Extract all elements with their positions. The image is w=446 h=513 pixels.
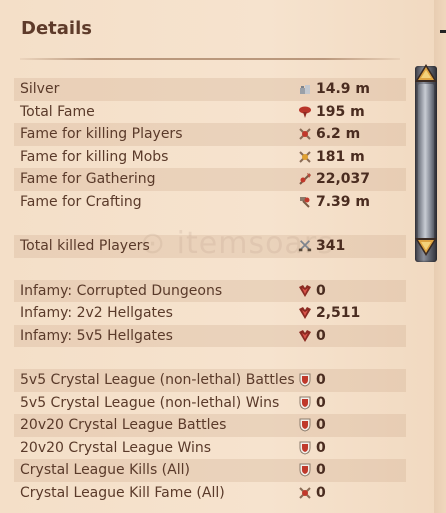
stat-value: 14.9 m <box>316 81 371 98</box>
stat-value: 0 <box>316 282 326 299</box>
stat-value: 195 m <box>316 103 365 120</box>
stat-value: 7.39 m <box>316 193 371 210</box>
scrollbar-track[interactable] <box>415 66 437 262</box>
stat-row: Crystal League Kill Fame (All) 0 <box>14 482 406 505</box>
scroll-down-icon[interactable] <box>413 236 439 258</box>
stat-value: 0 <box>316 372 326 389</box>
stat-value: 0 <box>316 462 326 479</box>
stat-label: Infamy: Corrupted Dungeons <box>20 282 223 299</box>
crystal-shield-icon <box>298 463 312 477</box>
pvp-fame-icon <box>298 127 312 141</box>
stat-label: Fame for Gathering <box>20 171 156 188</box>
stat-label: Crystal League Kills (All) <box>20 462 190 479</box>
stat-value: 0 <box>316 417 326 434</box>
crystal-shield-icon <box>298 396 312 410</box>
stat-row: 5v5 Crystal League (non-lethal) Battles 0 <box>14 369 406 392</box>
stat-label: 20v20 Crystal League Battles <box>20 417 227 434</box>
stat-value: 6.2 m <box>316 126 361 143</box>
crystal-shield-icon <box>298 441 312 455</box>
pve-fame-icon <box>298 150 312 164</box>
stat-row: 20v20 Crystal League Battles 0 <box>14 414 406 437</box>
stat-value: 181 m <box>316 148 365 165</box>
panel-title: Details <box>21 18 92 39</box>
stat-row: Silver 14.9 m <box>14 78 406 101</box>
stat-row: 5v5 Crystal League (non-lethal) Wins 0 <box>14 392 406 415</box>
stat-label: Fame for Crafting <box>20 193 142 210</box>
crafting-fame-icon <box>298 195 312 209</box>
stat-value: 0 <box>316 327 326 344</box>
stat-label: Fame for killing Players <box>20 126 183 143</box>
scroll-up-icon[interactable] <box>413 62 439 84</box>
pvp-fame-icon <box>298 486 312 500</box>
crystal-shield-icon <box>298 373 312 387</box>
stat-row: Fame for killing Mobs 181 m <box>14 146 406 169</box>
stat-label: Infamy: 2v2 Hellgates <box>20 305 173 322</box>
window-edge-mark <box>440 30 446 33</box>
stat-label: 20v20 Crystal League Wins <box>20 439 212 456</box>
stat-row: Fame for killing Players 6.2 m <box>14 123 406 146</box>
scrollbar-thumb[interactable] <box>418 84 434 242</box>
stat-value: 22,037 <box>316 171 371 188</box>
stat-label: Total killed Players <box>20 238 150 255</box>
stat-label: Silver <box>20 81 60 98</box>
stat-value: 341 <box>316 238 346 255</box>
infamy-icon <box>298 306 312 320</box>
stat-row: Infamy: 5v5 Hellgates 0 <box>14 324 406 347</box>
stat-row: Infamy: 2v2 Hellgates 2,511 <box>14 302 406 325</box>
fame-banner-icon <box>298 105 312 119</box>
stat-label: Total Fame <box>20 103 95 120</box>
silver-coin-icon <box>298 82 312 96</box>
infamy-icon <box>298 284 312 298</box>
stat-value: 0 <box>316 394 326 411</box>
stat-row: Total killed Players 341 <box>14 235 406 258</box>
crystal-shield-icon <box>298 418 312 432</box>
stat-row: Fame for Crafting 7.39 m <box>14 191 406 214</box>
stats-list: Silver 14.9 m Total Fame 195 m Fame for kill… <box>14 78 406 504</box>
stat-row: Total Fame 195 m <box>14 101 406 124</box>
stat-label: Fame for killing Mobs <box>20 148 169 165</box>
stat-label: Crystal League Kill Fame (All) <box>20 484 225 501</box>
stat-label: 5v5 Crystal League (non-lethal) Battles <box>20 372 295 389</box>
stat-row: Crystal League Kills (All) 0 <box>14 459 406 482</box>
stat-value: 0 <box>316 439 326 456</box>
title-divider <box>20 58 400 60</box>
infamy-icon <box>298 329 312 343</box>
crossed-swords-icon <box>298 239 312 253</box>
gathering-fame-icon <box>298 172 312 186</box>
details-panel: Details ⊙ itemsoars Silver 14.9 m Total Fa… <box>0 0 446 513</box>
stat-row: Infamy: Corrupted Dungeons 0 <box>14 279 406 302</box>
stat-value: 2,511 <box>316 305 361 322</box>
stat-label: Infamy: 5v5 Hellgates <box>20 327 173 344</box>
stat-value: 0 <box>316 484 326 501</box>
stat-label: 5v5 Crystal League (non-lethal) Wins <box>20 394 280 411</box>
stat-row: Fame for Gathering 22,037 <box>14 168 406 191</box>
stat-row: 20v20 Crystal League Wins 0 <box>14 437 406 460</box>
